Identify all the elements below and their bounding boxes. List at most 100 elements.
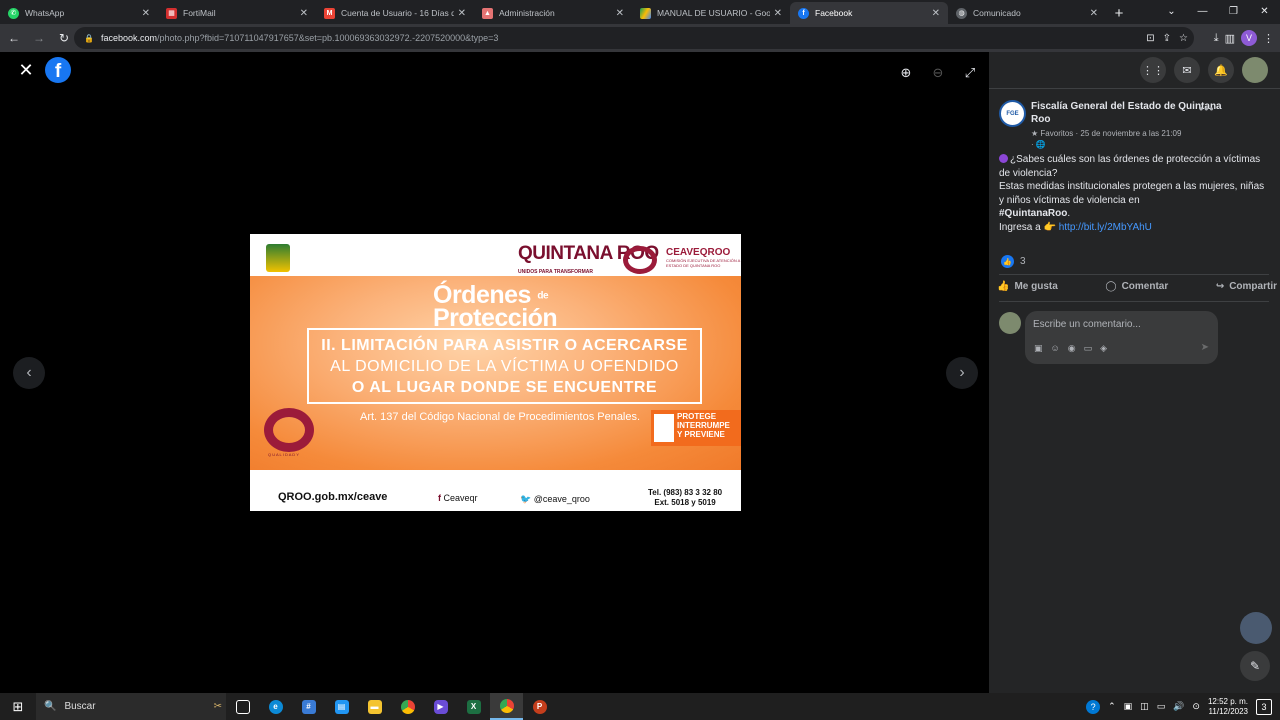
app-icon[interactable]: ▶ <box>424 693 457 720</box>
close-icon[interactable]: ✕ <box>16 60 36 80</box>
language-icon[interactable]: ⊙ <box>1192 701 1200 712</box>
fullscreen-icon[interactable]: ⤢ <box>961 64 979 82</box>
close-tab-icon[interactable]: ✕ <box>932 8 940 19</box>
tab-title: Facebook <box>815 8 853 18</box>
commenter-avatar[interactable] <box>999 312 1021 334</box>
toolbar-right: ⤓ ▥ V ⋮ <box>1214 24 1280 52</box>
comment-button[interactable]: ◯ Comentar <box>1105 281 1168 292</box>
thumbs-up-icon: 👍 <box>997 281 1010 292</box>
emoji-icon[interactable]: ☺ <box>1051 343 1060 354</box>
menu-grid-icon[interactable]: ⋮⋮ <box>1140 57 1166 83</box>
tray-app-icon[interactable]: ▣ <box>1124 701 1133 712</box>
poster-ext: Ext. 5018 y 5019 <box>654 498 716 507</box>
task-view-icon[interactable] <box>226 693 259 720</box>
tab-manual[interactable]: MANUAL DE USUARIO - Googl ✕ <box>632 2 790 24</box>
send-icon[interactable]: ➤ <box>1201 342 1209 353</box>
poster-twitter-handle: @ceave_qroo <box>533 494 590 504</box>
tray-monitor-icon[interactable]: ▭ <box>1157 701 1166 712</box>
chevron-up-icon[interactable]: ⌃ <box>1108 701 1116 712</box>
close-tab-icon[interactable]: ✕ <box>458 8 466 19</box>
close-window-icon[interactable]: ✕ <box>1249 0 1280 22</box>
user-avatar[interactable] <box>1242 57 1268 83</box>
download-icon[interactable]: ⤓ <box>1214 32 1219 45</box>
restore-icon[interactable]: ❐ <box>1218 0 1249 22</box>
clock[interactable]: 12:52 p. m. 11/12/2023 <box>1208 697 1248 717</box>
zoom-out-icon[interactable]: ⊖ <box>929 64 947 82</box>
poster-title-de: de <box>537 290 549 302</box>
new-tab-button[interactable]: + <box>1106 2 1132 24</box>
sidepanel-icon[interactable]: ▥ <box>1225 32 1235 45</box>
back-button[interactable]: ← <box>3 27 25 49</box>
page-avatar[interactable]: FGE <box>999 100 1026 127</box>
file-explorer-icon[interactable]: ▬ <box>358 693 391 720</box>
tab-administracion[interactable]: ▲ Administración ✕ <box>474 2 632 24</box>
poster-phone: Tel. (983) 83 3 32 80 Ext. 5018 y 5019 <box>648 488 722 508</box>
gif-icon[interactable]: ▭ <box>1084 343 1093 354</box>
new-message-icon[interactable]: ✎ <box>1240 651 1270 681</box>
powerpoint-icon[interactable]: P <box>523 693 556 720</box>
share-icon[interactable]: ⇪ <box>1163 33 1171 44</box>
post-date[interactable]: · 25 de noviembre a las 21:09 <box>1076 129 1182 138</box>
post-side-panel: ⋮⋮ ✉ 🔔 FGE Fiscalía General del Estado d… <box>989 52 1280 693</box>
close-tab-icon[interactable]: ✕ <box>142 8 150 19</box>
avatar-sticker-icon[interactable]: ▣ <box>1034 343 1043 354</box>
windows-start-icon[interactable]: ⊞ <box>0 693 36 720</box>
camera-icon[interactable]: ◉ <box>1068 343 1076 354</box>
tab-gmail[interactable]: M Cuenta de Usuario - 16 Días de ✕ <box>316 2 474 24</box>
like-button[interactable]: 👍 Me gusta <box>997 281 1058 292</box>
menu-kebab-icon[interactable]: ⋮ <box>1263 32 1274 45</box>
minimize-icon[interactable]: — <box>1187 0 1218 22</box>
poster-line-2: AL DOMICILIO DE LA VÍCTIMA U OFENDIDO <box>330 358 679 375</box>
close-tab-icon[interactable]: ✕ <box>1090 8 1098 19</box>
next-photo-button[interactable]: › <box>946 357 978 389</box>
tab-comunicado[interactable]: ◍ Comunicado ✕ <box>948 2 1106 24</box>
tab-search-icon[interactable]: ⌄ <box>1156 0 1187 22</box>
close-tab-icon[interactable]: ✕ <box>300 8 308 19</box>
chrome-active-icon[interactable] <box>490 693 523 720</box>
tab-fortimail[interactable]: ▦ FortiMail ✕ <box>158 2 316 24</box>
chrome-icon[interactable] <box>391 693 424 720</box>
reload-button[interactable]: ↻ <box>53 27 75 49</box>
search-highlight-icon: ✂ <box>213 701 222 712</box>
twitter-bird-icon: 🐦 <box>520 494 534 504</box>
comment-tools: ▣ ☺ ◉ ▭ ◈ <box>1034 343 1107 354</box>
poster-website: QROO.gob.mx/ceave <box>278 491 388 503</box>
facebook-logo-icon[interactable]: f <box>45 57 71 83</box>
post-link[interactable]: http://bit.ly/2MbYAhU <box>1059 222 1152 233</box>
post-line-1: ¿Sabes cuáles son las órdenes de protecc… <box>999 154 1261 179</box>
forward-button[interactable]: → <box>28 27 50 49</box>
bookmark-star-icon[interactable]: ☆ <box>1179 33 1188 44</box>
share-button[interactable]: ↪ Compartir <box>1216 281 1277 292</box>
fb-top-icons: ⋮⋮ ✉ 🔔 <box>1140 57 1268 83</box>
divider <box>999 274 1269 275</box>
comment-input[interactable]: Escribe un comentario... ▣ ☺ ◉ ▭ ◈ ➤ <box>1025 311 1218 364</box>
install-icon[interactable]: ⊡ <box>1146 33 1154 44</box>
excel-icon[interactable]: X <box>457 693 490 720</box>
zoom-in-icon[interactable]: ⊕ <box>897 64 915 82</box>
previous-photo-button[interactable]: ‹ <box>13 357 45 389</box>
close-tab-icon[interactable]: ✕ <box>774 8 782 19</box>
calculator-icon[interactable]: # <box>292 693 325 720</box>
volume-icon[interactable]: 🔊 <box>1173 701 1184 712</box>
store-icon[interactable]: ▤ <box>325 693 358 720</box>
help-icon[interactable]: ? <box>1086 699 1101 714</box>
post-meta: ★ Favoritos · 25 de noviembre a las 21:0… <box>1031 128 1181 150</box>
post-favorites[interactable]: Favoritos <box>1040 129 1073 138</box>
tab-whatsapp[interactable]: ✆ WhatsApp ✕ <box>0 2 158 24</box>
sticker-icon[interactable]: ◈ <box>1100 343 1107 354</box>
messenger-icon[interactable]: ✉ <box>1174 57 1200 83</box>
reaction-summary[interactable]: 👍 3 <box>1001 255 1026 268</box>
tab-facebook[interactable]: f Facebook ✕ <box>790 2 948 24</box>
post-hashtag[interactable]: #QuintanaRoo <box>999 208 1067 219</box>
profile-avatar[interactable]: V <box>1241 30 1257 46</box>
notifications-bell-icon[interactable]: 🔔 <box>1208 57 1234 83</box>
chat-contact-avatar[interactable] <box>1240 612 1272 644</box>
reaction-count: 3 <box>1020 256 1026 267</box>
tray-network-icon[interactable]: ◫ <box>1140 701 1149 712</box>
notification-center-icon[interactable]: 3 <box>1256 698 1272 715</box>
edge-icon[interactable]: e <box>259 693 292 720</box>
more-options-icon[interactable]: ••• <box>1199 102 1215 116</box>
close-tab-icon[interactable]: ✕ <box>616 8 624 19</box>
taskbar-search[interactable]: 🔍 Buscar ✂ <box>36 693 226 720</box>
address-bar[interactable]: 🔒 facebook.com/photo.php?fbid=7107110479… <box>74 27 1194 49</box>
